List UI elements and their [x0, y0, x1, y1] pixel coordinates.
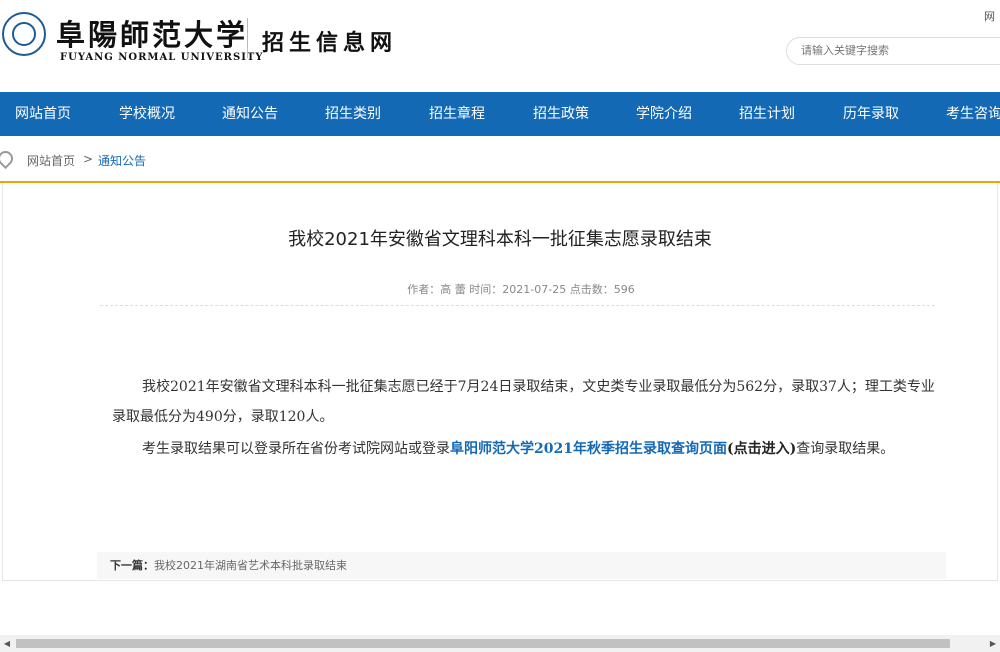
scroll-right-icon[interactable]: ▶: [986, 635, 1000, 652]
header: 阜陽師范大学 FUYANG NORMAL UNIVERSITY 招生信息网 网: [0, 0, 1000, 92]
nav-item-home[interactable]: 网站首页: [0, 92, 86, 136]
nav-item-admission-plan[interactable]: 招生计划: [724, 92, 810, 136]
logo-divider: [247, 18, 248, 58]
paragraph-2-prefix: 考生录取结果可以登录所在省份考试院网站或登录: [142, 441, 450, 457]
nav-item-past-admissions[interactable]: 历年录取: [828, 92, 914, 136]
meta-divider: [100, 305, 935, 306]
article-paragraph-2: 考生录取结果可以登录所在省份考试院网站或登录阜阳师范大学2021年秋季招生录取查…: [112, 434, 942, 464]
next-article-bar: 下一篇：我校2021年湖南省艺术本科批录取结束: [97, 552, 946, 579]
nav-item-admission-types[interactable]: 招生类别: [310, 92, 396, 136]
university-emblem-icon[interactable]: [2, 12, 46, 56]
nav-item-admission-charter[interactable]: 招生章程: [414, 92, 500, 136]
breadcrumb: 网站首页 > 通知公告: [0, 136, 1000, 183]
article-meta: 作者：高 蕾 时间：2021-07-25 点击数：596: [407, 283, 635, 296]
admission-query-link[interactable]: 阜阳师范大学2021年秋季招生录取查询页面: [450, 441, 727, 457]
article-title: 我校2021年安徽省文理科本科一批征集志愿录取结束: [288, 229, 712, 250]
breadcrumb-home-link[interactable]: 网站首页: [27, 152, 75, 169]
click-enter-link[interactable]: (点击进入): [727, 441, 796, 457]
search-input[interactable]: [799, 43, 983, 58]
paragraph-1-text: 我校2021年安徽省文理科本科一批征集志愿已经于7月24日录取结束，文史类专业录…: [112, 379, 935, 425]
article-paragraph-1: 我校2021年安徽省文理科本科一批征集志愿已经于7月24日录取结束，文史类专业录…: [112, 372, 942, 432]
nav-item-colleges[interactable]: 学院介绍: [621, 92, 707, 136]
university-logo-english: FUYANG NORMAL UNIVERSITY: [60, 52, 264, 63]
next-article-link[interactable]: 我校2021年湖南省艺术本科批录取结束: [154, 559, 347, 572]
top-link[interactable]: 网: [984, 8, 995, 24]
breadcrumb-separator: >: [83, 152, 94, 166]
breadcrumb-current-link[interactable]: 通知公告: [98, 152, 146, 169]
main-nav: 网站首页 学校概况 通知公告 招生类别 招生章程 招生政策 学院介绍 招生计划 …: [0, 92, 1000, 136]
paragraph-2-suffix: 查询录取结果。: [796, 441, 895, 457]
nav-item-notices[interactable]: 通知公告: [207, 92, 293, 136]
horizontal-scrollbar[interactable]: ◀ ▶: [0, 635, 1000, 652]
nav-item-school-overview[interactable]: 学校概况: [104, 92, 190, 136]
scroll-left-icon[interactable]: ◀: [0, 635, 14, 652]
university-logo-name[interactable]: 阜陽師范大学: [56, 12, 248, 54]
location-pin-icon: [0, 147, 17, 170]
search-box[interactable]: [786, 37, 1000, 65]
next-article-label: 下一篇：: [110, 559, 154, 572]
nav-item-admission-policy[interactable]: 招生政策: [518, 92, 604, 136]
scrollbar-thumb[interactable]: [16, 639, 950, 648]
site-title: 招生信息网: [262, 30, 398, 56]
nav-item-consultation[interactable]: 考生咨询: [931, 92, 1000, 136]
